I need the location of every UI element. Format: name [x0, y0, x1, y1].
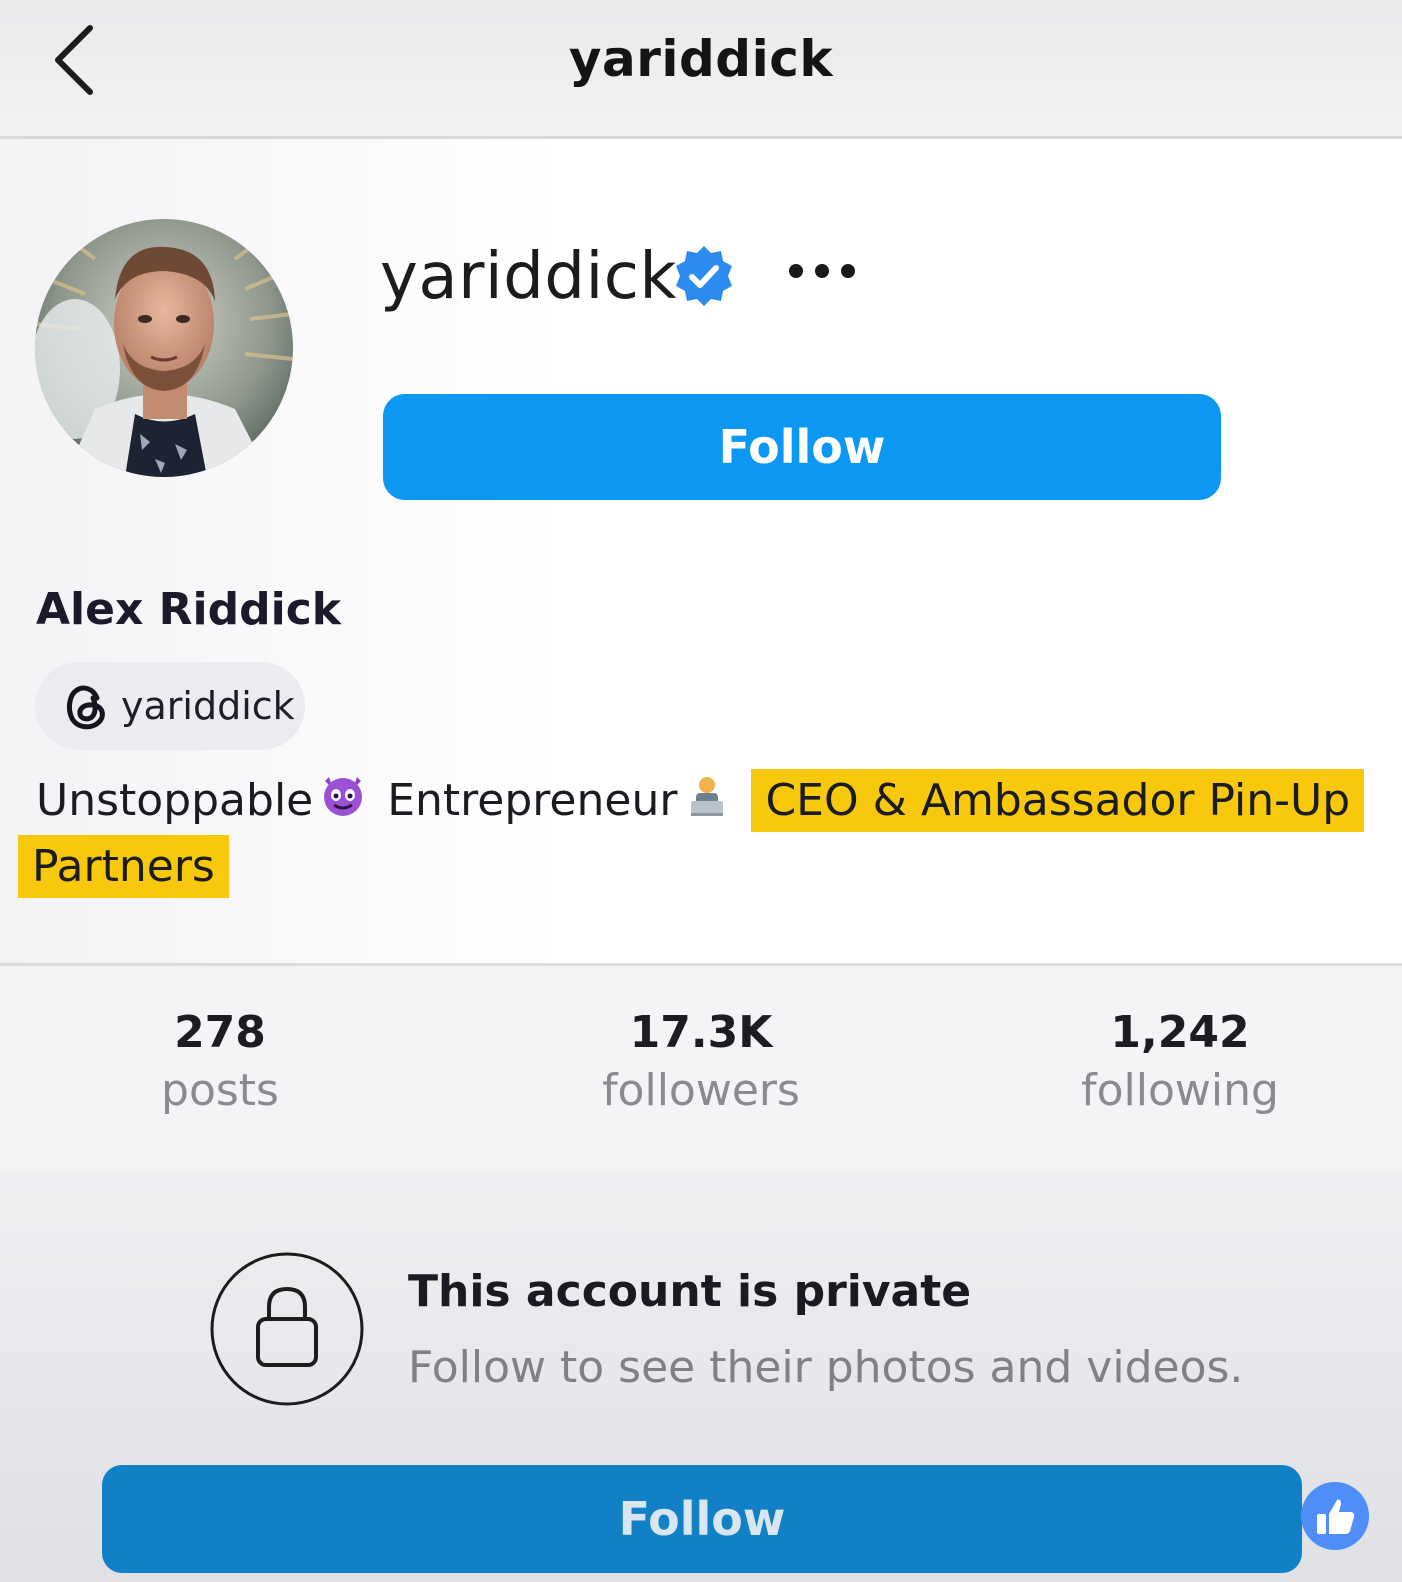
stat-followers[interactable]: 17.3K followers: [551, 1006, 851, 1122]
threads-icon: [66, 685, 105, 730]
technologist-emoji: [683, 771, 731, 836]
threads-link[interactable]: yariddick: [35, 662, 305, 750]
bio: Unstoppable Entrepreneur CEO & Ambassado…: [18, 769, 1376, 898]
stat-followers-label: followers: [602, 1065, 800, 1116]
stat-posts-label: posts: [161, 1065, 279, 1116]
threads-handle: yariddick: [121, 684, 295, 728]
page-title: yariddick: [568, 30, 834, 88]
private-subtitle: Follow to see their photos and videos.: [408, 1342, 1244, 1393]
like-button[interactable]: [1301, 1482, 1369, 1550]
smiling-devil-emoji: [319, 771, 367, 836]
private-title: This account is private: [408, 1266, 972, 1317]
thumbs-up-icon: [1317, 1499, 1355, 1534]
lock-icon: [209, 1251, 365, 1407]
stat-following-label: following: [1081, 1065, 1279, 1116]
bio-text-2: Entrepreneur: [387, 775, 678, 826]
top-bar: yariddick: [0, 0, 1402, 139]
avatar[interactable]: [35, 219, 293, 477]
stat-followers-value: 17.3K: [629, 1007, 773, 1058]
bio-text-1: Unstoppable: [36, 775, 314, 826]
follow-button-secondary[interactable]: Follow: [102, 1465, 1302, 1573]
stat-following-value: 1,242: [1110, 1007, 1250, 1058]
stat-following[interactable]: 1,242 following: [1030, 1006, 1330, 1122]
more-horizontal-icon: [789, 264, 855, 278]
full-name: Alex Riddick: [36, 584, 342, 635]
stat-posts-value: 278: [174, 1007, 266, 1058]
bio-highlight-1: CEO & Ambassador Pin-Up: [751, 769, 1365, 832]
more-options-button[interactable]: [784, 246, 864, 296]
avatar-image: [35, 219, 293, 477]
stat-posts[interactable]: 278 posts: [70, 1006, 370, 1122]
profile-username: yariddick: [380, 240, 677, 314]
verified-badge-icon: [672, 244, 736, 308]
follow-button[interactable]: Follow: [383, 394, 1221, 500]
stats-row: 278 posts 17.3K followers 1,242 followin…: [0, 963, 1402, 1172]
bio-highlight-2: Partners: [18, 834, 229, 898]
